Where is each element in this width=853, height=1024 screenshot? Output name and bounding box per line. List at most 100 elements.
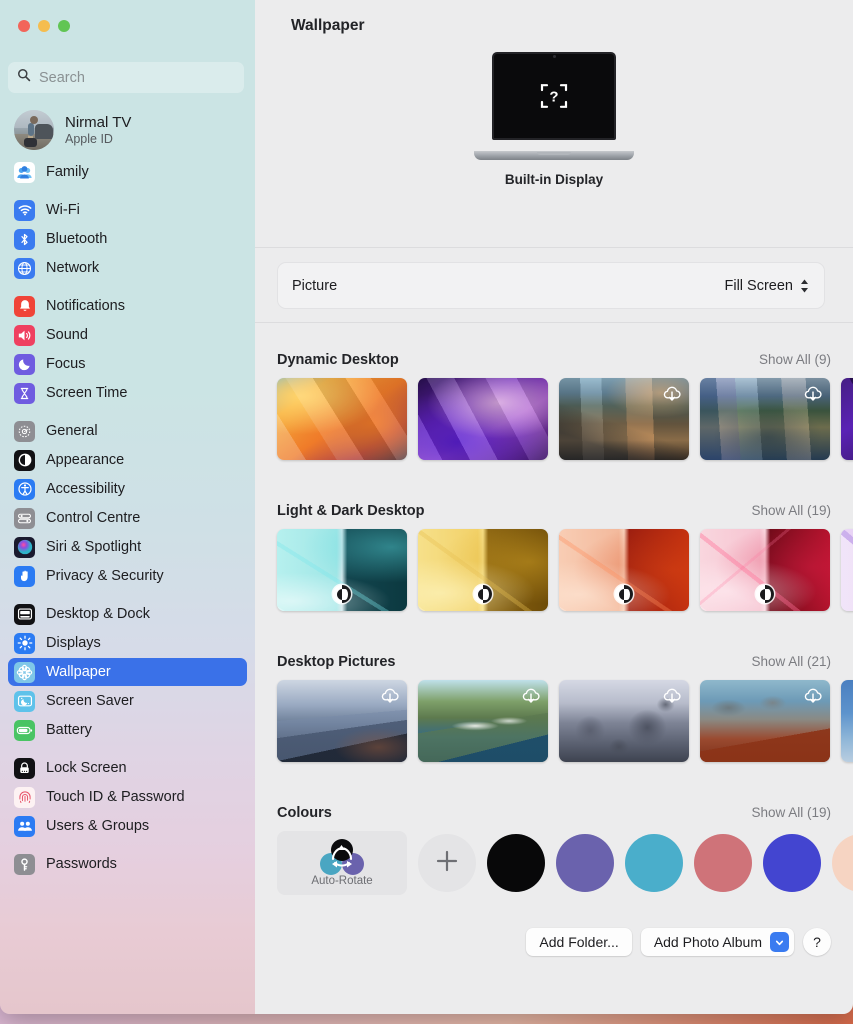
sidebar-item-siri-spotlight[interactable]: Siri & Spotlight — [8, 533, 247, 561]
battery-icon — [14, 719, 35, 741]
sidebar-item-family[interactable]: Family — [8, 158, 247, 186]
sidebar-item-label: Wallpaper — [46, 664, 111, 680]
add-folder-button[interactable]: Add Folder... — [526, 928, 632, 956]
auto-rotate-tile[interactable]: Auto-Rotate — [277, 831, 407, 895]
colour-swatch-black[interactable] — [487, 834, 545, 892]
search-field[interactable] — [8, 62, 244, 93]
sidebar-item-notifications[interactable]: Notifications — [8, 292, 247, 320]
wallpaper-thumb-big-sur-coast[interactable] — [559, 378, 689, 460]
sidebar-item-label: Bluetooth — [46, 231, 108, 247]
help-button[interactable]: ? — [803, 928, 831, 956]
wifi-icon — [14, 199, 35, 221]
cloud-download-icon[interactable] — [520, 685, 542, 707]
sidebar-item-lock-screen[interactable]: Lock Screen — [8, 754, 247, 782]
sidebar-item-bluetooth[interactable]: Bluetooth — [8, 225, 247, 253]
cloud-download-icon[interactable] — [661, 383, 683, 405]
sidebar-group-2: Notifications Sound Focus Screen Time — [0, 292, 255, 407]
show-all-desktop-pictures[interactable]: Show All (21) — [751, 654, 831, 669]
picture-fit-dropdown[interactable]: Fill Screen — [725, 278, 811, 294]
sidebar-item-label: Accessibility — [46, 481, 125, 497]
sidebar-item-label: Privacy & Security — [46, 568, 164, 584]
sidebar-item-label: Screen Time — [46, 385, 128, 401]
show-all-light-dark-desktop[interactable]: Show All (19) — [751, 503, 831, 518]
stepper-updown-icon — [799, 278, 810, 294]
sidebar-item-control-centre[interactable]: Control Centre — [8, 504, 247, 532]
sidebar-item-users-groups[interactable]: Users & Groups — [8, 812, 247, 840]
sidebar-item-label: General — [46, 423, 98, 439]
sidebar-item-desktop-dock[interactable]: Desktop & Dock — [8, 600, 247, 628]
sidebar-item-accessibility[interactable]: Accessibility — [8, 475, 247, 503]
colour-swatch-purple[interactable] — [556, 834, 614, 892]
sound-speaker-icon — [14, 324, 35, 346]
wallpaper-thumb-catalina-island[interactable] — [700, 378, 830, 460]
apple-id-row[interactable]: Nirmal TV Apple ID — [8, 104, 247, 156]
wallpaper-thumb-lavender-split[interactable] — [841, 529, 853, 611]
colour-swatch-teal[interactable] — [625, 834, 683, 892]
sidebar-group-4: Desktop & Dock Displays Wallpaper Screen… — [0, 600, 255, 744]
appearance-icon — [756, 585, 774, 603]
appearance-icon — [333, 585, 351, 603]
sidebar-item-privacy-security[interactable]: Privacy & Security — [8, 562, 247, 590]
picture-fit-row[interactable]: Picture Fill Screen — [277, 262, 825, 309]
thumbnail-row-dynamic-desktop — [255, 378, 853, 460]
sidebar-item-screen-time[interactable]: Screen Time — [8, 379, 247, 407]
displays-brightness-icon — [14, 632, 35, 654]
wallpaper-thumb-green-coastline[interactable] — [418, 680, 548, 762]
display-label: Built-in Display — [504, 172, 604, 187]
sidebar-item-screen-saver[interactable]: Screen Saver — [8, 687, 247, 715]
colour-swatch-rose[interactable] — [694, 834, 752, 892]
cloud-download-icon[interactable] — [802, 685, 824, 707]
wallpaper-thumb-yellow-split[interactable] — [418, 529, 548, 611]
wallpaper-thumb-ventura-orange[interactable] — [277, 378, 407, 460]
thumbnail-row-light-dark-desktop — [255, 529, 853, 611]
minimize-button[interactable] — [38, 20, 50, 32]
sidebar-item-wi-fi[interactable]: Wi-Fi — [8, 196, 247, 224]
search-icon — [17, 68, 31, 87]
sidebar-item-passwords[interactable]: Passwords — [8, 850, 247, 878]
zoom-button[interactable] — [58, 20, 70, 32]
sidebar-group-3: General Appearance Accessibility Control… — [0, 417, 255, 590]
close-button[interactable] — [18, 20, 30, 32]
sidebar-item-displays[interactable]: Displays — [8, 629, 247, 657]
cloud-download-icon[interactable] — [661, 685, 683, 707]
footer-buttons: Add Folder... Add Photo Album ? — [526, 928, 831, 956]
show-all-dynamic-desktop[interactable]: Show All (9) — [759, 352, 831, 367]
add-photo-album-button[interactable]: Add Photo Album — [640, 928, 794, 956]
wallpaper-thumb-pink-split[interactable] — [700, 529, 830, 611]
sidebar-item-touch-id-password[interactable]: Touch ID & Password — [8, 783, 247, 811]
sidebar-item-label: Family — [46, 164, 89, 180]
sidebar-item-label: Touch ID & Password — [46, 789, 185, 805]
wallpaper-thumb-teal-split[interactable] — [277, 529, 407, 611]
sidebar-item-battery[interactable]: Battery — [8, 716, 247, 744]
section-title: Dynamic Desktop — [277, 352, 399, 368]
show-all-colours[interactable]: Show All (19) — [751, 805, 831, 820]
appearance-icon — [474, 585, 492, 603]
section-colours: Colours Show All (19) Auto-Rotate — [255, 805, 853, 895]
sidebar-item-sound[interactable]: Sound — [8, 321, 247, 349]
chevron-down-icon[interactable] — [770, 932, 789, 952]
sidebar-item-label: Screen Saver — [46, 693, 134, 709]
wallpaper-thumb-red-cliffs[interactable] — [700, 680, 830, 762]
wallpaper-thumb-sea-rocks[interactable] — [559, 680, 689, 762]
search-input[interactable] — [39, 69, 235, 86]
sidebar-item-label: Network — [46, 260, 100, 276]
network-globe-icon — [14, 257, 35, 279]
sidebar-item-focus[interactable]: Focus — [8, 350, 247, 378]
sidebar-group-5: Lock Screen Touch ID & Password Users & … — [0, 754, 255, 840]
cloud-download-icon[interactable] — [802, 383, 824, 405]
colour-swatch-peach[interactable] — [832, 834, 853, 892]
wallpaper-thumb-monterey-purple[interactable] — [418, 378, 548, 460]
sidebar-item-appearance[interactable]: Appearance — [8, 446, 247, 474]
page-title: Wallpaper — [291, 17, 365, 34]
wallpaper-thumb-orange-split[interactable] — [559, 529, 689, 611]
cloud-download-icon[interactable] — [379, 685, 401, 707]
sidebar: Nirmal TV Apple ID Family Wi-Fi Bluetoot… — [0, 0, 255, 1014]
wallpaper-thumb-blue-mountains[interactable] — [277, 680, 407, 762]
wallpaper-thumb-blue-shore[interactable] — [841, 680, 853, 762]
sidebar-item-network[interactable]: Network — [8, 254, 247, 282]
add-colour-button[interactable] — [418, 834, 476, 892]
colour-swatch-blue[interactable] — [763, 834, 821, 892]
sidebar-item-general[interactable]: General — [8, 417, 247, 445]
sidebar-item-wallpaper[interactable]: Wallpaper — [8, 658, 247, 686]
wallpaper-thumb-mojave-night[interactable] — [841, 378, 853, 460]
